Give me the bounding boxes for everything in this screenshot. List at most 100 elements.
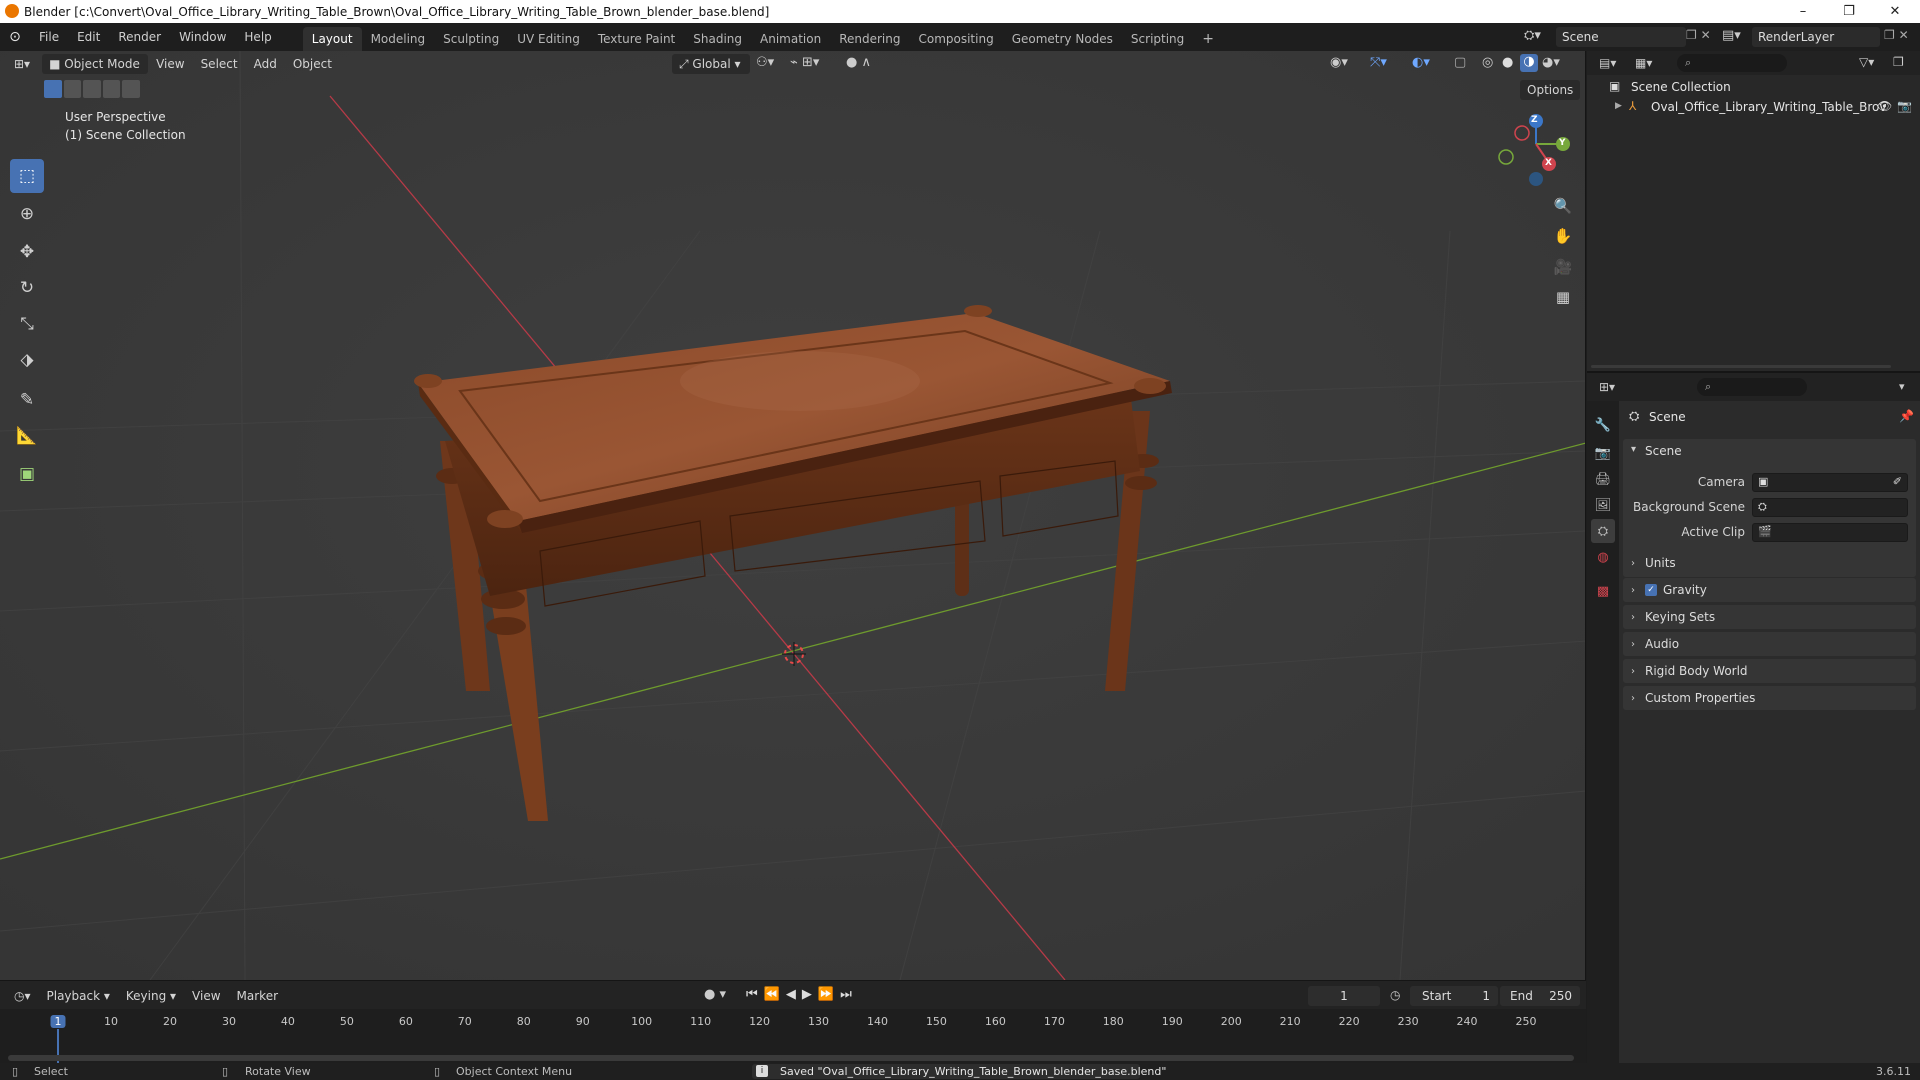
new-collection-icon[interactable]: ❐: [1893, 55, 1904, 69]
shading-wireframe-icon[interactable]: ◎: [1482, 55, 1493, 70]
menu-window[interactable]: Window: [170, 23, 235, 51]
texture-tab-icon[interactable]: ▩: [1591, 579, 1615, 603]
minimize-button[interactable]: –: [1780, 0, 1826, 23]
world-tab-icon[interactable]: ◍: [1591, 545, 1615, 569]
select-menu[interactable]: Select: [193, 54, 246, 74]
outliner-object-label[interactable]: Oval_Office_Library_Writing_Table_Brov: [1651, 100, 1886, 114]
background-scene-field[interactable]: ⛭: [1752, 498, 1908, 517]
view-layer-tab-icon[interactable]: 🖼: [1591, 493, 1615, 517]
select-new-icon[interactable]: [44, 80, 62, 98]
render-layer-new-icon[interactable]: ❐ ✕: [1884, 28, 1909, 42]
menu-render[interactable]: Render: [109, 23, 170, 51]
tab-compositing[interactable]: Compositing: [909, 27, 1002, 51]
frame-ruler[interactable]: 1 10 20 30 40 50 60 70 80 90 100 110 120 130 140 150 160…: [0, 1009, 1586, 1064]
active-clip-field[interactable]: 🎬: [1752, 523, 1908, 542]
tab-sculpting[interactable]: Sculpting: [434, 27, 508, 51]
pivot-icon[interactable]: ⚇▾: [756, 55, 774, 70]
timeline-editor[interactable]: ◷▾ Playback ▾ Keying ▾ View Marker ● ▾ ⏮…: [0, 980, 1586, 1064]
3d-viewport[interactable]: Z Y X ⊞▾ ■ Object Mode ▾ View Select Add…: [0, 51, 1586, 980]
outliner-editor-icon[interactable]: ▤▾: [1599, 56, 1616, 70]
add-menu[interactable]: Add: [246, 54, 285, 74]
tab-rendering[interactable]: Rendering: [830, 27, 909, 51]
outliner-editor[interactable]: ▤▾ ▦▾ ⌕ ▽▾ ❐ ▣ Scene Collection ▶ ⅄ Oval…: [1587, 51, 1920, 373]
maximize-button[interactable]: ❐: [1826, 0, 1872, 23]
move-icon[interactable]: ✥: [10, 235, 44, 269]
properties-editor-icon[interactable]: ⊞▾: [1599, 380, 1615, 394]
pan-hand-icon[interactable]: ✋: [1549, 222, 1577, 250]
pin-icon[interactable]: 📌: [1899, 409, 1914, 423]
hide-eye-icon[interactable]: 👁: [1877, 99, 1892, 113]
annotate-icon[interactable]: ✎: [10, 383, 44, 417]
select-invert-icon[interactable]: [102, 80, 121, 98]
render-camera-icon[interactable]: 📷: [1897, 99, 1912, 113]
scene-tab-icon[interactable]: ⛭: [1591, 519, 1615, 543]
display-mode-icon[interactable]: ▦▾: [1635, 56, 1652, 70]
properties-options-icon[interactable]: ▾: [1899, 380, 1905, 393]
custom-properties-panel[interactable]: › Custom Properties: [1623, 686, 1916, 710]
add-workspace-button[interactable]: +: [1193, 27, 1223, 51]
outliner-scrollbar[interactable]: [1591, 365, 1891, 368]
output-tab-icon[interactable]: 🖨: [1591, 467, 1615, 491]
tab-scripting[interactable]: Scripting: [1122, 27, 1193, 51]
tab-texture-paint[interactable]: Texture Paint: [589, 27, 684, 51]
select-extend-icon[interactable]: [63, 80, 82, 98]
outliner-search-input[interactable]: ⌕: [1677, 54, 1787, 72]
cursor-icon[interactable]: ⊕: [10, 197, 44, 231]
shading-solid-icon[interactable]: ●: [1502, 55, 1513, 70]
tab-shading[interactable]: Shading: [684, 27, 751, 51]
view-layer-icon[interactable]: ▤▾: [1722, 28, 1748, 43]
visibility-icon[interactable]: ◉▾: [1330, 55, 1348, 70]
shading-material-icon[interactable]: ◑: [1520, 54, 1538, 72]
tab-animation[interactable]: Animation: [751, 27, 830, 51]
select-subtract-icon[interactable]: [83, 80, 101, 98]
tool-tab-icon[interactable]: 🔧: [1591, 413, 1615, 437]
scene-collection-label[interactable]: Scene Collection: [1631, 80, 1731, 94]
snap-icon[interactable]: ⌁ ⊞▾: [790, 55, 819, 70]
orientation-dropdown[interactable]: ⤢ Global ▾: [672, 54, 750, 74]
gravity-panel[interactable]: › ✓ Gravity: [1623, 578, 1916, 602]
collapse-arrow-icon[interactable]: ▾: [1631, 444, 1636, 455]
shading-rendered-icon[interactable]: ◕▾: [1542, 55, 1560, 70]
scene-selector-icon[interactable]: ⛭▾: [1524, 28, 1550, 46]
mode-dropdown[interactable]: ■ Object Mode ▾: [42, 54, 149, 91]
object-menu[interactable]: Object: [285, 54, 340, 74]
camera-view-icon[interactable]: 🎥: [1549, 253, 1577, 281]
render-tab-icon[interactable]: 📷: [1591, 441, 1615, 465]
editor-type-icon[interactable]: ⊞▾: [6, 54, 38, 74]
units-panel[interactable]: › Units: [1623, 551, 1916, 575]
properties-editor[interactable]: ⊞▾ ⌕ ▾ 🔧 📷 🖨 🖼 ⛭ ◍ ▩ ⛭ Scene 📌 ▾ Scene C…: [1587, 373, 1920, 1063]
options-dropdown[interactable]: Options: [1520, 80, 1581, 100]
zoom-icon[interactable]: 🔍: [1549, 192, 1577, 220]
gravity-checkbox[interactable]: ✓: [1645, 584, 1657, 596]
view-menu[interactable]: View: [148, 54, 192, 74]
filter-icon[interactable]: ▽▾: [1859, 55, 1874, 69]
select-intersect-icon[interactable]: [122, 80, 140, 98]
timeline-scrollbar[interactable]: [8, 1055, 1574, 1061]
audio-panel[interactable]: › Audio: [1623, 632, 1916, 656]
rigid-body-world-panel[interactable]: › Rigid Body World: [1623, 659, 1916, 683]
menu-help[interactable]: Help: [235, 23, 280, 51]
tab-layout[interactable]: Layout: [302, 27, 362, 51]
proportional-edit-icon[interactable]: ● ∧: [846, 55, 871, 70]
scene-panel-title[interactable]: Scene: [1645, 444, 1682, 458]
ortho-grid-icon[interactable]: ▦: [1549, 283, 1577, 311]
measure-icon[interactable]: 📐: [10, 419, 44, 453]
menu-file[interactable]: File: [30, 23, 68, 51]
tab-uv-editing[interactable]: UV Editing: [508, 27, 589, 51]
scale-icon[interactable]: ⤡: [10, 307, 44, 341]
gizmo-toggle-icon[interactable]: ⤧▾: [1370, 55, 1387, 70]
menu-edit[interactable]: Edit: [68, 23, 109, 51]
xray-icon[interactable]: ▢: [1454, 55, 1466, 70]
select-box-icon[interactable]: ⬚: [10, 159, 44, 193]
add-cube-icon[interactable]: ▣: [10, 457, 44, 491]
keying-sets-panel[interactable]: › Keying Sets: [1623, 605, 1916, 629]
overlay-toggle-icon[interactable]: ◐▾: [1412, 55, 1430, 70]
scene-new-icon[interactable]: ❐ ✕: [1686, 28, 1711, 42]
properties-search-input[interactable]: ⌕: [1697, 378, 1807, 396]
camera-field[interactable]: ▣ ✐: [1752, 473, 1908, 492]
blender-menu-icon[interactable]: ⊙: [0, 29, 30, 45]
transform-icon[interactable]: ⬗: [10, 343, 44, 377]
expand-arrow-icon[interactable]: ▶: [1615, 101, 1622, 111]
scene-name-field[interactable]: Scene: [1556, 27, 1686, 47]
close-window-button[interactable]: ✕: [1872, 0, 1918, 23]
